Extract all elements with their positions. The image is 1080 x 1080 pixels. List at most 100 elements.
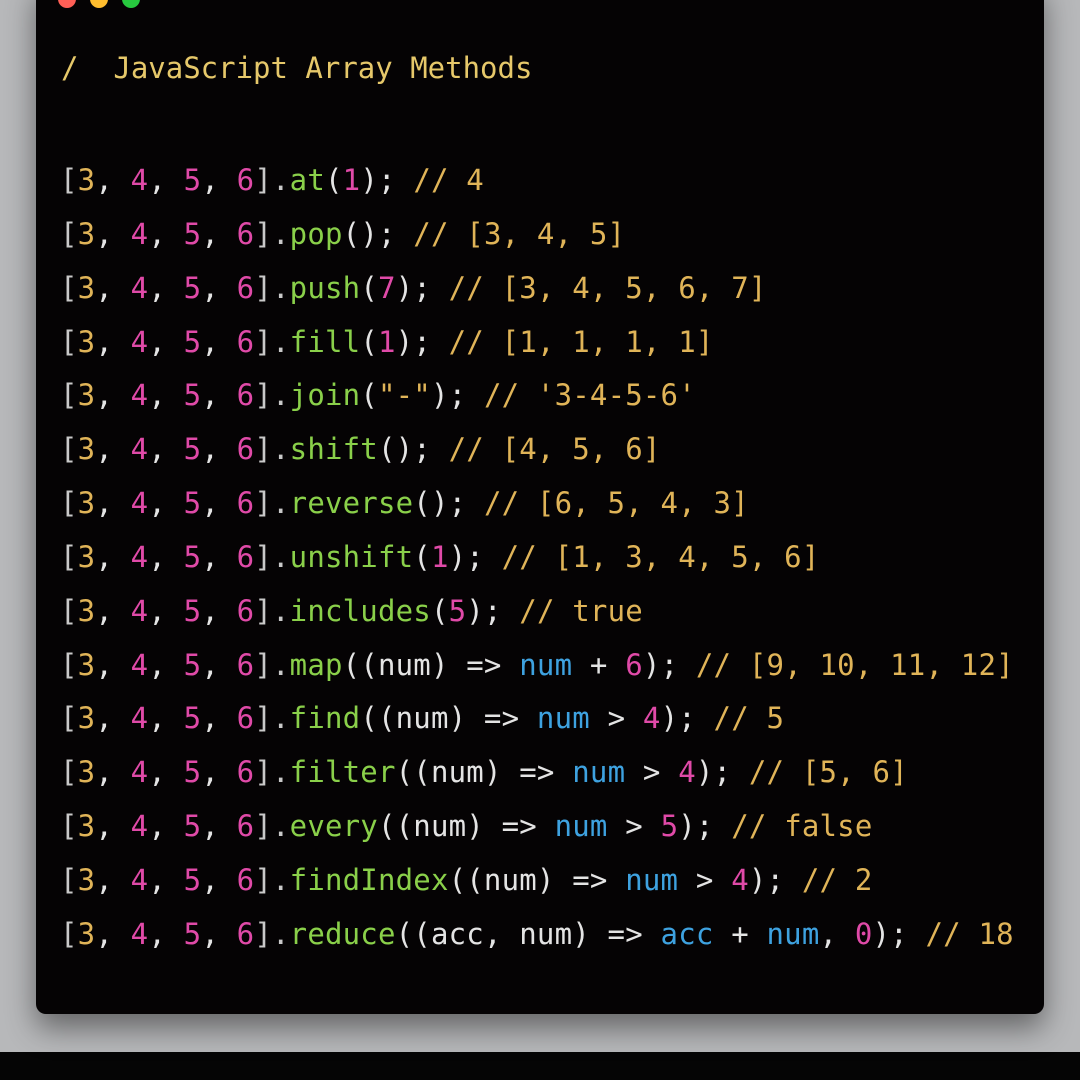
code-token-plain: , bbox=[148, 539, 184, 574]
code-token-bracket: [ bbox=[60, 647, 78, 682]
code-token-plain: , bbox=[201, 270, 237, 305]
code-token-plain: > bbox=[678, 862, 732, 897]
code-token-plain: ((num) => bbox=[342, 647, 520, 682]
code-token-plain: , bbox=[148, 486, 184, 521]
code-token-number_b: 4 bbox=[130, 755, 149, 790]
code-token-variable: num bbox=[536, 701, 590, 736]
code-token-bracket: ]. bbox=[254, 324, 290, 359]
code-token-comment: // [3, 4, 5, 6, 7] bbox=[430, 270, 767, 305]
code-token-variable: num bbox=[554, 809, 608, 844]
code-token-number_b: 6 bbox=[236, 378, 255, 413]
code-token-bracket: ]. bbox=[254, 647, 290, 682]
code-token-plain: ( bbox=[413, 539, 431, 574]
code-token-plain: , bbox=[201, 593, 237, 628]
code-token-plain: , bbox=[148, 163, 184, 197]
code-token-number_a: 3 bbox=[77, 701, 96, 736]
code-token-plain: (); bbox=[377, 432, 431, 467]
code-token-number_a: 3 bbox=[77, 916, 96, 951]
code-token-method: join bbox=[289, 378, 361, 413]
code-token-bracket: [ bbox=[60, 324, 78, 359]
code-token-comment: // 5 bbox=[695, 701, 785, 736]
code-token-comment: // [3, 4, 5] bbox=[395, 216, 626, 251]
code-token-number_a: 3 bbox=[77, 539, 96, 574]
code-token-plain: , bbox=[95, 270, 131, 305]
code-token-plain: > bbox=[589, 701, 643, 736]
code-token-plain: , bbox=[95, 432, 131, 467]
code-token-number_b: 5 bbox=[183, 486, 202, 521]
code-token-number_b: 6 bbox=[236, 486, 255, 521]
code-token-method: push bbox=[289, 270, 361, 305]
code-token-plain: ( bbox=[360, 378, 378, 413]
code-line: [3, 4, 5, 6].find((num) => num > 4); // … bbox=[60, 692, 1014, 746]
code-token-plain: , bbox=[95, 486, 131, 521]
code-token-number_b: 5 bbox=[183, 916, 202, 951]
code-token-number_b: 1 bbox=[430, 539, 449, 574]
code-token-variable: num bbox=[572, 755, 626, 790]
code-token-number_b: 6 bbox=[236, 216, 255, 251]
code-token-number_b: 6 bbox=[236, 163, 255, 197]
code-token-plain: , bbox=[95, 916, 131, 951]
code-token-number_b: 4 bbox=[130, 809, 149, 844]
code-token-number_b: 4 bbox=[731, 862, 749, 897]
code-token-number_b: 4 bbox=[130, 163, 149, 197]
code-token-number_b: 5 bbox=[183, 809, 202, 844]
code-token-method: filter bbox=[289, 755, 396, 790]
code-token-plain: , bbox=[95, 755, 131, 790]
code-token-bracket: ]. bbox=[254, 862, 290, 897]
code-token-method: pop bbox=[289, 216, 343, 251]
code-token-number_b: 1 bbox=[342, 163, 361, 197]
maximize-dot-icon[interactable] bbox=[122, 0, 140, 8]
code-token-plain: ( bbox=[360, 324, 378, 359]
code-token-number_a: 3 bbox=[77, 432, 96, 467]
code-token-number_b: 6 bbox=[236, 432, 255, 467]
code-token-number_b: 0 bbox=[854, 916, 873, 951]
code-token-plain: ); bbox=[466, 593, 502, 628]
code-token-number_a: 3 bbox=[77, 809, 96, 844]
code-line: [3, 4, 5, 6].every((num) => num > 5); //… bbox=[60, 800, 1014, 854]
code-token-plain: ); bbox=[395, 324, 431, 359]
code-token-number_b: 4 bbox=[130, 862, 149, 897]
code-token-method: reverse bbox=[289, 486, 414, 521]
code-token-comment: // [9, 10, 11, 12] bbox=[678, 647, 1014, 682]
code-token-number_b: 4 bbox=[130, 916, 149, 951]
code-token-plain: ( bbox=[360, 270, 378, 305]
close-dot-icon[interactable] bbox=[58, 0, 76, 8]
code-token-number_b: 6 bbox=[236, 324, 255, 359]
traffic-lights bbox=[58, 0, 140, 8]
minimize-dot-icon[interactable] bbox=[90, 0, 108, 8]
code-token-number_b: 5 bbox=[183, 270, 202, 305]
code-token-bracket: [ bbox=[60, 432, 78, 467]
code-token-bracket: ]. bbox=[254, 216, 290, 251]
code-token-plain: ); bbox=[695, 755, 732, 790]
code-token-number_b: 4 bbox=[678, 755, 696, 790]
code-line: [3, 4, 5, 6].fill(1); // [1, 1, 1, 1] bbox=[60, 316, 1014, 370]
code-line: [3, 4, 5, 6].reduce((acc, num) => acc + … bbox=[60, 908, 1014, 962]
code-token-number_a: 3 bbox=[77, 755, 96, 790]
code-token-number_b: 5 bbox=[183, 701, 202, 736]
code-token-plain: ); bbox=[748, 862, 785, 897]
code-token-number_b: 5 bbox=[660, 809, 679, 844]
code-token-bracket: ]. bbox=[254, 809, 290, 844]
code-token-number_b: 6 bbox=[236, 701, 255, 736]
code-token-number_b: 4 bbox=[130, 486, 149, 521]
code-token-plain: , bbox=[201, 539, 237, 574]
bottom-bar bbox=[0, 1052, 1080, 1080]
code-token-number_b: 4 bbox=[130, 324, 149, 359]
code-token-number_b: 6 bbox=[236, 593, 255, 628]
code-token-plain: ((num) => bbox=[448, 862, 626, 897]
code-token-number_b: 5 bbox=[183, 755, 202, 790]
code-token-bracket: [ bbox=[60, 701, 78, 736]
code-token-comment: // [4, 5, 6] bbox=[430, 432, 661, 467]
code-token-plain: , bbox=[201, 701, 237, 736]
code-token-variable: num bbox=[519, 647, 573, 682]
code-token-number_a: 3 bbox=[77, 163, 96, 197]
code-token-number_b: 6 bbox=[236, 539, 255, 574]
code-token-number_b: 4 bbox=[130, 647, 149, 682]
code-token-plain: ((num) => bbox=[377, 809, 555, 844]
code-token-plain: , bbox=[148, 809, 184, 844]
code-line: [3, 4, 5, 6].findIndex((num) => num > 4)… bbox=[60, 854, 1014, 908]
code-token-plain: ); bbox=[872, 916, 908, 951]
code-token-method: unshift bbox=[289, 539, 414, 574]
code-token-plain: , bbox=[95, 324, 131, 359]
code-token-plain: , bbox=[95, 216, 131, 251]
